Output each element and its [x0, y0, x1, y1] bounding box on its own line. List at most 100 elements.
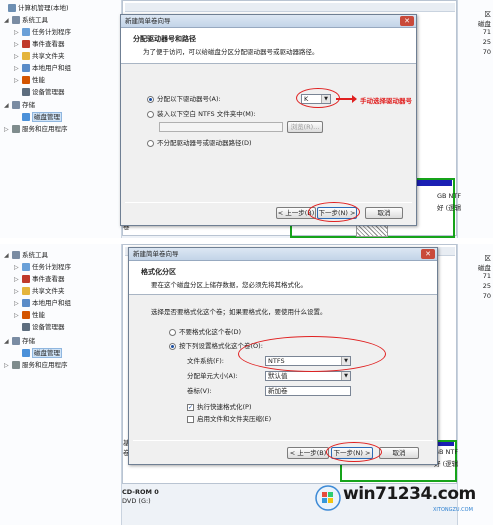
volume-label-value: 新加卷	[268, 387, 288, 395]
expand-toggle-icon[interactable]: ◢	[4, 336, 12, 347]
tree-item[interactable]: ▷ 共享文件夹	[14, 51, 65, 62]
tree-item[interactable]: ▷ 共享文件夹	[14, 286, 65, 297]
right-col-text: 25	[482, 38, 491, 46]
tree-item[interactable]: ▷ 性能	[14, 75, 45, 86]
performance-icon	[22, 76, 30, 84]
expand-toggle-icon[interactable]: ▷	[14, 262, 22, 273]
radio-selected-icon[interactable]	[169, 342, 176, 350]
expand-toggle-icon[interactable]: ◢	[4, 250, 12, 261]
watermark-text: win71234.com	[343, 484, 476, 504]
event-viewer-icon	[22, 275, 30, 283]
tree-item-label: 性能	[32, 76, 45, 84]
tree-item[interactable]: ▷ 本地用户和组	[14, 298, 71, 309]
device-manager-icon	[22, 88, 30, 96]
tree-item-label: 服务和应用程序	[22, 125, 68, 133]
assign-letter-option[interactable]: 分配以下驱动器号(A):	[147, 95, 221, 104]
expand-toggle-icon[interactable]: ▷	[14, 274, 22, 285]
device-manager-icon	[22, 323, 30, 331]
quick-format-option[interactable]: ✓ 执行快速格式化(P)	[187, 403, 252, 412]
quick-format-label: 执行快速格式化(P)	[197, 403, 252, 411]
tree-item-label: 本地用户和组	[32, 64, 71, 72]
expand-toggle-icon[interactable]: ▷	[14, 75, 22, 86]
tree-item[interactable]: 设备管理器	[14, 322, 65, 333]
tree-item[interactable]: ▷ 本地用户和组	[14, 63, 71, 74]
shared-folder-icon	[22, 52, 30, 60]
right-col-text: 70	[482, 48, 491, 56]
disk-icon	[22, 349, 30, 357]
mount-folder-option[interactable]: 装入以下空白 NTFS 文件夹中(M):	[147, 110, 256, 119]
expand-toggle-icon[interactable]: ▷	[14, 286, 22, 297]
tree-item-label: 设备管理器	[32, 88, 65, 96]
tree-item[interactable]: ▷ 任务计划程序	[14, 27, 71, 38]
shared-folder-icon	[22, 287, 30, 295]
radio-unselected-icon[interactable]	[147, 110, 154, 118]
cancel-button[interactable]: 取消	[379, 447, 419, 459]
annotation-ellipse-next	[326, 442, 382, 462]
browse-button[interactable]: 浏览(R)...	[287, 121, 323, 133]
mount-folder-label: 装入以下空白 NTFS 文件夹中(M):	[157, 110, 256, 118]
event-viewer-icon	[22, 40, 30, 48]
radio-selected-icon[interactable]	[147, 95, 154, 103]
tree-item[interactable]: ◢ 存储	[4, 336, 35, 347]
tree-item-label: 磁盘管理	[32, 348, 62, 358]
cancel-button[interactable]: 取消	[365, 207, 403, 219]
chevron-down-icon[interactable]: ▼	[341, 372, 350, 380]
mount-folder-path-input[interactable]	[159, 122, 283, 132]
tree-item[interactable]: ◢ 系统工具	[4, 250, 48, 261]
expand-toggle-icon[interactable]: ▷	[4, 124, 12, 135]
tools-icon	[12, 251, 20, 259]
dialog-header: 格式化分区 要在这个磁盘分区上储存数据，您必须先将其格式化。	[129, 261, 437, 295]
header-title: 分配驱动器号和路径	[133, 35, 196, 43]
no-letter-option[interactable]: 不分配驱动器号或驱动器路径(D)	[147, 139, 252, 148]
right-col-text: 磁盘	[478, 264, 491, 272]
tree-item[interactable]: 设备管理器	[14, 87, 65, 98]
back-button[interactable]: < 上一步(B)	[287, 447, 329, 459]
expand-toggle-icon[interactable]: ◢	[4, 15, 12, 26]
cdrom-name: CD-ROM 0	[122, 488, 159, 496]
tree-item[interactable]: 计算机管理(本地)	[0, 3, 69, 14]
right-col-text: 71	[482, 28, 491, 36]
annotation-ellipse-drive-letter	[296, 88, 340, 108]
tree-item[interactable]: ◢ 存储	[4, 100, 35, 111]
expand-toggle-icon[interactable]: ▷	[4, 360, 12, 371]
close-icon[interactable]: ✕	[400, 16, 414, 26]
expand-toggle-icon[interactable]: ▷	[14, 310, 22, 321]
expand-toggle-icon[interactable]: ▷	[14, 39, 22, 50]
tree-item[interactable]: 磁盘管理	[14, 112, 62, 123]
tree-item[interactable]: ◢ 系统工具	[4, 15, 48, 26]
tree-item[interactable]: 磁盘管理	[14, 348, 62, 359]
annotation-ellipse-next	[308, 202, 360, 222]
volume-label-input[interactable]: 新加卷	[265, 386, 351, 396]
dialog-title: 新建简单卷向导	[121, 15, 416, 28]
tree-item[interactable]: ▷ 服务和应用程序	[4, 360, 68, 371]
cdrom-entry[interactable]: CD-ROM 0 DVD (G:)	[122, 488, 192, 506]
services-icon	[12, 361, 20, 369]
tree-item-label: 存储	[22, 337, 35, 345]
tree-item[interactable]: ▷ 事件查看器	[14, 274, 65, 285]
computer-icon	[8, 4, 16, 12]
no-format-option[interactable]: 不要格式化这个卷(D)	[169, 328, 241, 337]
expand-toggle-icon[interactable]: ▷	[14, 63, 22, 74]
annotation-ellipse-file-system	[238, 336, 386, 372]
tree-item[interactable]: ▷ 任务计划程序	[14, 262, 71, 273]
allocation-unit-select[interactable]: 默认值 ▼	[265, 371, 351, 381]
expand-toggle-icon[interactable]: ▷	[14, 298, 22, 309]
close-icon[interactable]: ✕	[421, 249, 435, 259]
tree-item[interactable]: ▷ 性能	[14, 310, 45, 321]
expand-toggle-icon[interactable]: ▷	[14, 51, 22, 62]
partition-detail-text: GB NTF	[437, 192, 462, 200]
footer-separator	[125, 202, 412, 203]
tree-item[interactable]: ▷ 事件查看器	[14, 39, 65, 50]
windows-logo-icon	[315, 485, 341, 511]
checkbox-checked-icon[interactable]: ✓	[187, 403, 194, 411]
volume-label-label: 卷标(V):	[187, 387, 212, 395]
expand-toggle-icon[interactable]: ▷	[14, 27, 22, 38]
expand-toggle-icon[interactable]: ◢	[4, 100, 12, 111]
radio-unselected-icon[interactable]	[169, 328, 176, 336]
compression-option[interactable]: 启用文件和文件夹压缩(E)	[187, 415, 271, 424]
assign-letter-label: 分配以下驱动器号(A):	[157, 95, 221, 103]
checkbox-unchecked-icon[interactable]	[187, 415, 194, 423]
bottom-navigation-tree: ◢ 系统工具 ▷ 任务计划程序 ▷ 事件查看器 ▷ 共享文件夹 ▷ 本地用户和组 ▷ 性能 设备管理器 ◢…	[0, 244, 122, 525]
tree-item[interactable]: ▷ 服务和应用程序	[4, 124, 68, 135]
radio-unselected-icon[interactable]	[147, 139, 154, 147]
